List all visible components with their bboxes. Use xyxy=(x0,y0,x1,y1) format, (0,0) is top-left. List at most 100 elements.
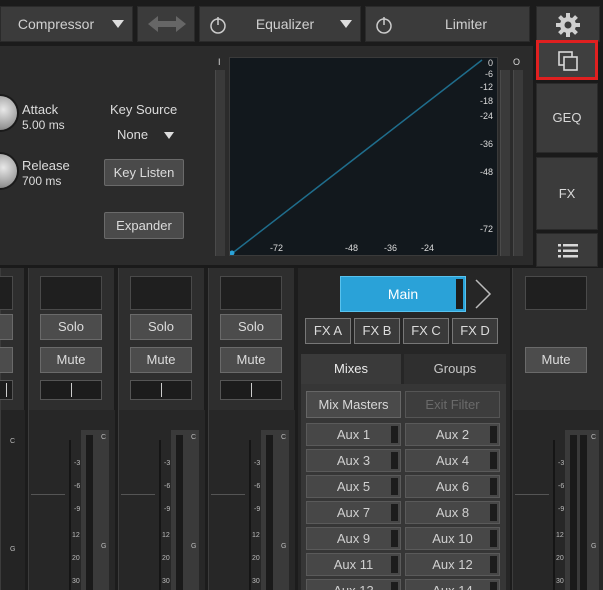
expander-button[interactable]: Expander xyxy=(104,212,184,239)
aux-8-button[interactable]: Aux 8 xyxy=(405,501,500,524)
fx-button[interactable]: FX xyxy=(536,157,598,230)
mute-button[interactable]: Mute xyxy=(525,347,587,373)
mute-button[interactable]: Mute xyxy=(40,347,102,373)
settings-button[interactable] xyxy=(536,6,600,42)
fader-cap[interactable] xyxy=(31,494,65,495)
equalizer-label: Equalizer xyxy=(255,16,315,32)
pan-control[interactable] xyxy=(0,380,13,400)
channel-name-box[interactable] xyxy=(525,276,587,310)
input-meter xyxy=(215,70,225,256)
channel-strip: C G xyxy=(0,268,25,590)
swap-button[interactable] xyxy=(137,6,195,42)
aux-13-button[interactable]: Aux 13 xyxy=(306,579,401,590)
aux-14-button[interactable]: Aux 14 xyxy=(405,579,500,590)
chevron-down-icon[interactable] xyxy=(340,20,352,28)
fader-track[interactable]: C -3 -6 -9 12 20 30 G xyxy=(513,410,603,590)
channel-strip: Solo Mute C -3 -6 -9 12 20 30 G xyxy=(118,268,205,590)
fader-track[interactable]: C -3 -6 -9 12 20 30 G xyxy=(119,410,205,590)
db-label: -36 xyxy=(384,243,398,253)
compressor-label: Compressor xyxy=(17,16,95,32)
mute-button[interactable] xyxy=(0,347,13,373)
tab-groups[interactable]: Groups xyxy=(404,354,506,384)
release-label: Release xyxy=(22,158,70,173)
chevron-down-icon xyxy=(164,132,174,139)
aux-6-button[interactable]: Aux 6 xyxy=(405,475,500,498)
main-channel-strip: Mute C -3 -6 -9 12 20 30 G xyxy=(512,268,603,590)
attack-label: Attack xyxy=(22,102,59,117)
aux-12-button[interactable]: Aux 12 xyxy=(405,553,500,576)
meter-scale: C xyxy=(10,438,16,445)
db-label: -6 xyxy=(484,69,493,79)
aux-1-button[interactable]: Aux 1 xyxy=(306,423,401,446)
solo-button[interactable] xyxy=(0,314,13,340)
key-source-value: None xyxy=(117,127,149,142)
db-label: -12 xyxy=(479,82,493,92)
channel-name-box[interactable] xyxy=(130,276,192,310)
aux-11-button[interactable]: Aux 11 xyxy=(306,553,401,576)
aux-7-button[interactable]: Aux 7 xyxy=(306,501,401,524)
mute-button[interactable]: Mute xyxy=(130,347,192,373)
release-value: 700 ms xyxy=(22,174,62,188)
db-label: -48 xyxy=(345,243,359,253)
transfer-curve xyxy=(230,59,483,255)
aux-overflow-row: Aux 13 Aux 14 xyxy=(301,578,506,590)
channel-strip: Solo Mute C -3 -6 -9 12 20 30 G xyxy=(208,268,295,590)
solo-button[interactable]: Solo xyxy=(40,314,102,340)
pan-control[interactable] xyxy=(130,380,192,400)
fx-d-button[interactable]: FX D xyxy=(452,318,498,344)
channel-name-box[interactable] xyxy=(40,276,102,310)
mute-button[interactable]: Mute xyxy=(220,347,282,373)
aux-2-button[interactable]: Aux 2 xyxy=(405,423,500,446)
copy-button[interactable] xyxy=(536,40,598,80)
key-source-label: Key Source xyxy=(110,102,178,117)
main-mix-label: Main xyxy=(387,286,419,302)
compression-graph[interactable]: 0 -6 -12 -18 -24 -36 -48 -72 -72 -48 -36… xyxy=(229,57,498,256)
channel-name-box[interactable] xyxy=(0,276,13,310)
equalizer-selector[interactable]: Equalizer xyxy=(199,6,361,42)
power-icon[interactable] xyxy=(374,15,394,35)
main-mix-button[interactable]: Main xyxy=(340,276,466,312)
key-source-dropdown[interactable]: None xyxy=(106,124,182,146)
power-icon[interactable] xyxy=(208,15,228,35)
aux-5-button[interactable]: Aux 5 xyxy=(306,475,401,498)
db-label: -48 xyxy=(479,167,493,177)
input-meter-label: I xyxy=(218,57,221,67)
mix-masters-button[interactable]: Mix Masters xyxy=(306,391,401,418)
db-label: 0 xyxy=(487,58,493,68)
aux-9-button[interactable]: Aux 9 xyxy=(306,527,401,550)
fader-track[interactable]: C -3 -6 -9 12 20 30 G xyxy=(209,410,295,590)
output-meter-label: O xyxy=(513,57,521,67)
meter-scale: G xyxy=(10,546,16,553)
fx-a-button[interactable]: FX A xyxy=(305,318,351,344)
pan-control[interactable] xyxy=(40,380,102,400)
copy-icon xyxy=(558,51,578,71)
tab-mixes[interactable]: Mixes xyxy=(301,354,401,384)
plugin-toolbar: Compressor Equalizer Limiter xyxy=(0,0,603,46)
fader-track[interactable] xyxy=(1,410,25,590)
geq-button[interactable]: GEQ xyxy=(536,83,598,153)
db-label: -24 xyxy=(421,243,435,253)
list-icon xyxy=(558,244,578,258)
chevron-right-icon[interactable] xyxy=(472,278,494,310)
key-listen-button[interactable]: Key Listen xyxy=(104,159,184,186)
fx-b-button[interactable]: FX B xyxy=(354,318,400,344)
list-button[interactable] xyxy=(536,233,598,267)
pan-control[interactable] xyxy=(220,380,282,400)
fader-cap[interactable] xyxy=(121,494,155,495)
db-label: -36 xyxy=(479,139,493,149)
attack-value: 5.00 ms xyxy=(22,118,65,132)
chevron-down-icon[interactable] xyxy=(112,20,124,28)
fx-c-button[interactable]: FX C xyxy=(403,318,449,344)
exit-filter-button[interactable]: Exit Filter xyxy=(405,391,500,418)
aux-10-button[interactable]: Aux 10 xyxy=(405,527,500,550)
fader-cap[interactable] xyxy=(211,494,245,495)
limiter-selector[interactable]: Limiter xyxy=(365,6,530,42)
aux-3-button[interactable]: Aux 3 xyxy=(306,449,401,472)
fader-track[interactable]: C -3 -6 -9 12 20 30 G xyxy=(29,410,115,590)
fader-cap[interactable] xyxy=(515,494,549,495)
compressor-selector[interactable]: Compressor xyxy=(0,6,133,42)
aux-4-button[interactable]: Aux 4 xyxy=(405,449,500,472)
solo-button[interactable]: Solo xyxy=(220,314,282,340)
channel-name-box[interactable] xyxy=(220,276,282,310)
solo-button[interactable]: Solo xyxy=(130,314,192,340)
